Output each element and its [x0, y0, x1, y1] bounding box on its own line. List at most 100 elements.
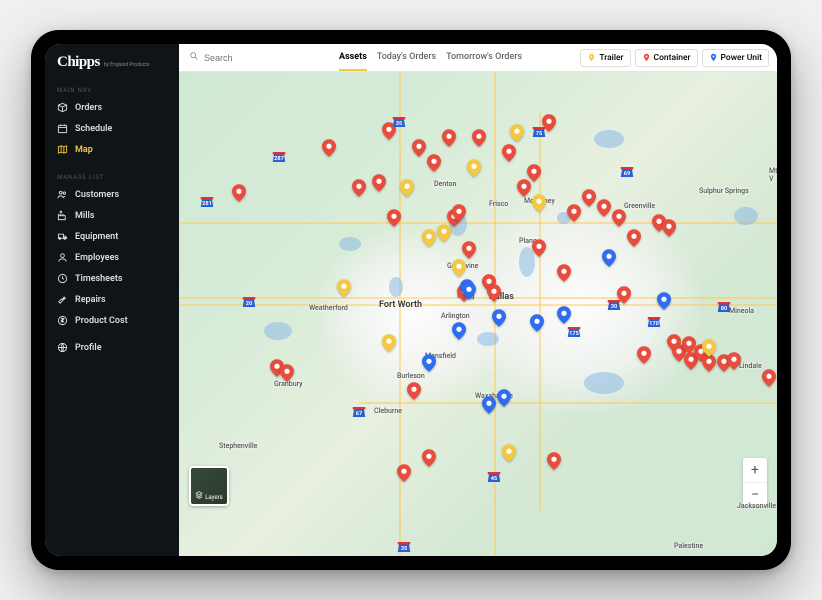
- asset-pin-trailer[interactable]: [467, 159, 481, 177]
- asset-pin-container[interactable]: [582, 189, 596, 207]
- svg-text:67: 67: [356, 411, 362, 417]
- asset-pin-container[interactable]: [407, 382, 421, 400]
- asset-pin-power-unit[interactable]: [557, 306, 571, 324]
- asset-pin-container[interactable]: [372, 174, 386, 192]
- nav-section-main: MAIN NAV: [45, 79, 179, 97]
- asset-pin-container[interactable]: [727, 352, 741, 370]
- zoom-in-button[interactable]: +: [743, 458, 767, 482]
- city-label: Sulphur Springs: [699, 187, 749, 195]
- sidebar-item-label: Repairs: [75, 295, 106, 305]
- asset-pin-container[interactable]: [280, 364, 294, 382]
- tablet-frame: Chipps by England Products MAIN NAV Orde…: [31, 30, 791, 570]
- asset-pin-trailer[interactable]: [382, 334, 396, 352]
- filter-power-unit[interactable]: Power Unit: [702, 49, 769, 67]
- asset-pin-trailer[interactable]: [532, 194, 546, 212]
- asset-pin-container[interactable]: [662, 219, 676, 237]
- search-input[interactable]: [204, 53, 304, 63]
- sidebar-item-product-cost[interactable]: Product Cost: [45, 310, 179, 331]
- asset-pin-container[interactable]: [422, 449, 436, 467]
- asset-pin-container[interactable]: [452, 204, 466, 222]
- asset-pin-trailer[interactable]: [400, 179, 414, 197]
- highway-shield: 80: [717, 300, 732, 315]
- asset-pin-container[interactable]: [487, 284, 501, 302]
- asset-pin-trailer[interactable]: [702, 339, 716, 357]
- sidebar-item-equipment[interactable]: Equipment: [45, 226, 179, 247]
- zoom-out-button[interactable]: −: [743, 482, 767, 506]
- asset-pin-power-unit[interactable]: [530, 314, 544, 332]
- asset-pin-power-unit[interactable]: [657, 292, 671, 310]
- asset-pin-container[interactable]: [472, 129, 486, 147]
- asset-pin-container[interactable]: [427, 154, 441, 172]
- truck-icon: [57, 231, 68, 242]
- asset-pin-container[interactable]: [527, 164, 541, 182]
- asset-pin-container[interactable]: [567, 204, 581, 222]
- asset-pin-power-unit[interactable]: [422, 354, 436, 372]
- asset-pin-container[interactable]: [532, 239, 546, 257]
- asset-pin-container[interactable]: [462, 241, 476, 259]
- asset-pin-container[interactable]: [412, 139, 426, 157]
- sidebar-item-timesheets[interactable]: Timesheets: [45, 268, 179, 289]
- asset-pin-container[interactable]: [442, 129, 456, 147]
- asset-pin-power-unit[interactable]: [482, 396, 496, 414]
- asset-pin-container[interactable]: [547, 452, 561, 470]
- asset-pin-power-unit[interactable]: [492, 309, 506, 327]
- brand-subtitle: by England Products: [104, 63, 150, 68]
- filter-container[interactable]: Container: [635, 49, 698, 67]
- asset-pin-container[interactable]: [627, 229, 641, 247]
- filter-bar: Trailer ContainerPower Unit: [572, 49, 777, 67]
- asset-pin-container[interactable]: [322, 139, 336, 157]
- sidebar-item-map[interactable]: Map: [45, 139, 179, 160]
- asset-pin-trailer[interactable]: [452, 259, 466, 277]
- sidebar-item-orders[interactable]: Orders: [45, 97, 179, 118]
- asset-pin-trailer[interactable]: [502, 444, 516, 462]
- wrench-icon: [57, 294, 68, 305]
- asset-pin-container[interactable]: [502, 144, 516, 162]
- asset-pin-container[interactable]: [557, 264, 571, 282]
- asset-pin-container[interactable]: [612, 209, 626, 227]
- sidebar-item-schedule[interactable]: Schedule: [45, 118, 179, 139]
- asset-pin-container[interactable]: [232, 184, 246, 202]
- sidebar-item-profile[interactable]: Profile: [45, 337, 179, 358]
- asset-pin-container[interactable]: [352, 179, 366, 197]
- asset-pin-power-unit[interactable]: [452, 322, 466, 340]
- layers-button[interactable]: Layers: [189, 466, 229, 506]
- asset-pin-power-unit[interactable]: [602, 249, 616, 267]
- map-canvas[interactable]: Layers + − Fort WorthDallasIrvingArlingt…: [179, 72, 777, 556]
- search-box[interactable]: [179, 51, 329, 64]
- users-icon: [57, 189, 68, 200]
- sidebar-item-label: Profile: [75, 343, 102, 353]
- asset-pin-container[interactable]: [762, 369, 776, 387]
- asset-pin-trailer[interactable]: [337, 279, 351, 297]
- asset-pin-container[interactable]: [637, 346, 651, 364]
- brand-name: Chipps: [57, 54, 100, 71]
- asset-pin-container[interactable]: [387, 209, 401, 227]
- sidebar-item-label: Equipment: [75, 232, 118, 242]
- sidebar-item-label: Customers: [75, 190, 119, 200]
- asset-pin-power-unit[interactable]: [462, 282, 476, 300]
- sidebar-item-customers[interactable]: Customers: [45, 184, 179, 205]
- sidebar-item-label: Orders: [75, 103, 102, 113]
- sidebar-item-mills[interactable]: Mills: [45, 205, 179, 226]
- sidebar-item-label: Timesheets: [75, 274, 123, 284]
- asset-pin-power-unit[interactable]: [497, 389, 511, 407]
- calendar-icon: [57, 123, 68, 134]
- asset-pin-container[interactable]: [617, 286, 631, 304]
- user-icon: [57, 252, 68, 263]
- asset-pin-trailer[interactable]: [510, 124, 524, 142]
- clock-icon: [57, 273, 68, 284]
- asset-pin-container[interactable]: [597, 199, 611, 217]
- highway-shield: 287: [272, 150, 287, 165]
- filter-trailer[interactable]: Trailer: [580, 49, 630, 67]
- asset-pin-trailer[interactable]: [437, 224, 451, 242]
- map-icon: [57, 144, 68, 155]
- tab-tomorrow-s-orders[interactable]: Tomorrow's Orders: [446, 45, 522, 71]
- asset-pin-container[interactable]: [382, 122, 396, 140]
- sidebar-item-label: Map: [75, 145, 93, 155]
- tab-today-s-orders[interactable]: Today's Orders: [377, 45, 436, 71]
- sidebar-item-employees[interactable]: Employees: [45, 247, 179, 268]
- asset-pin-container[interactable]: [542, 114, 556, 132]
- sidebar-item-repairs[interactable]: Repairs: [45, 289, 179, 310]
- asset-pin-trailer[interactable]: [422, 229, 436, 247]
- tab-assets[interactable]: Assets: [339, 45, 367, 71]
- asset-pin-container[interactable]: [397, 464, 411, 482]
